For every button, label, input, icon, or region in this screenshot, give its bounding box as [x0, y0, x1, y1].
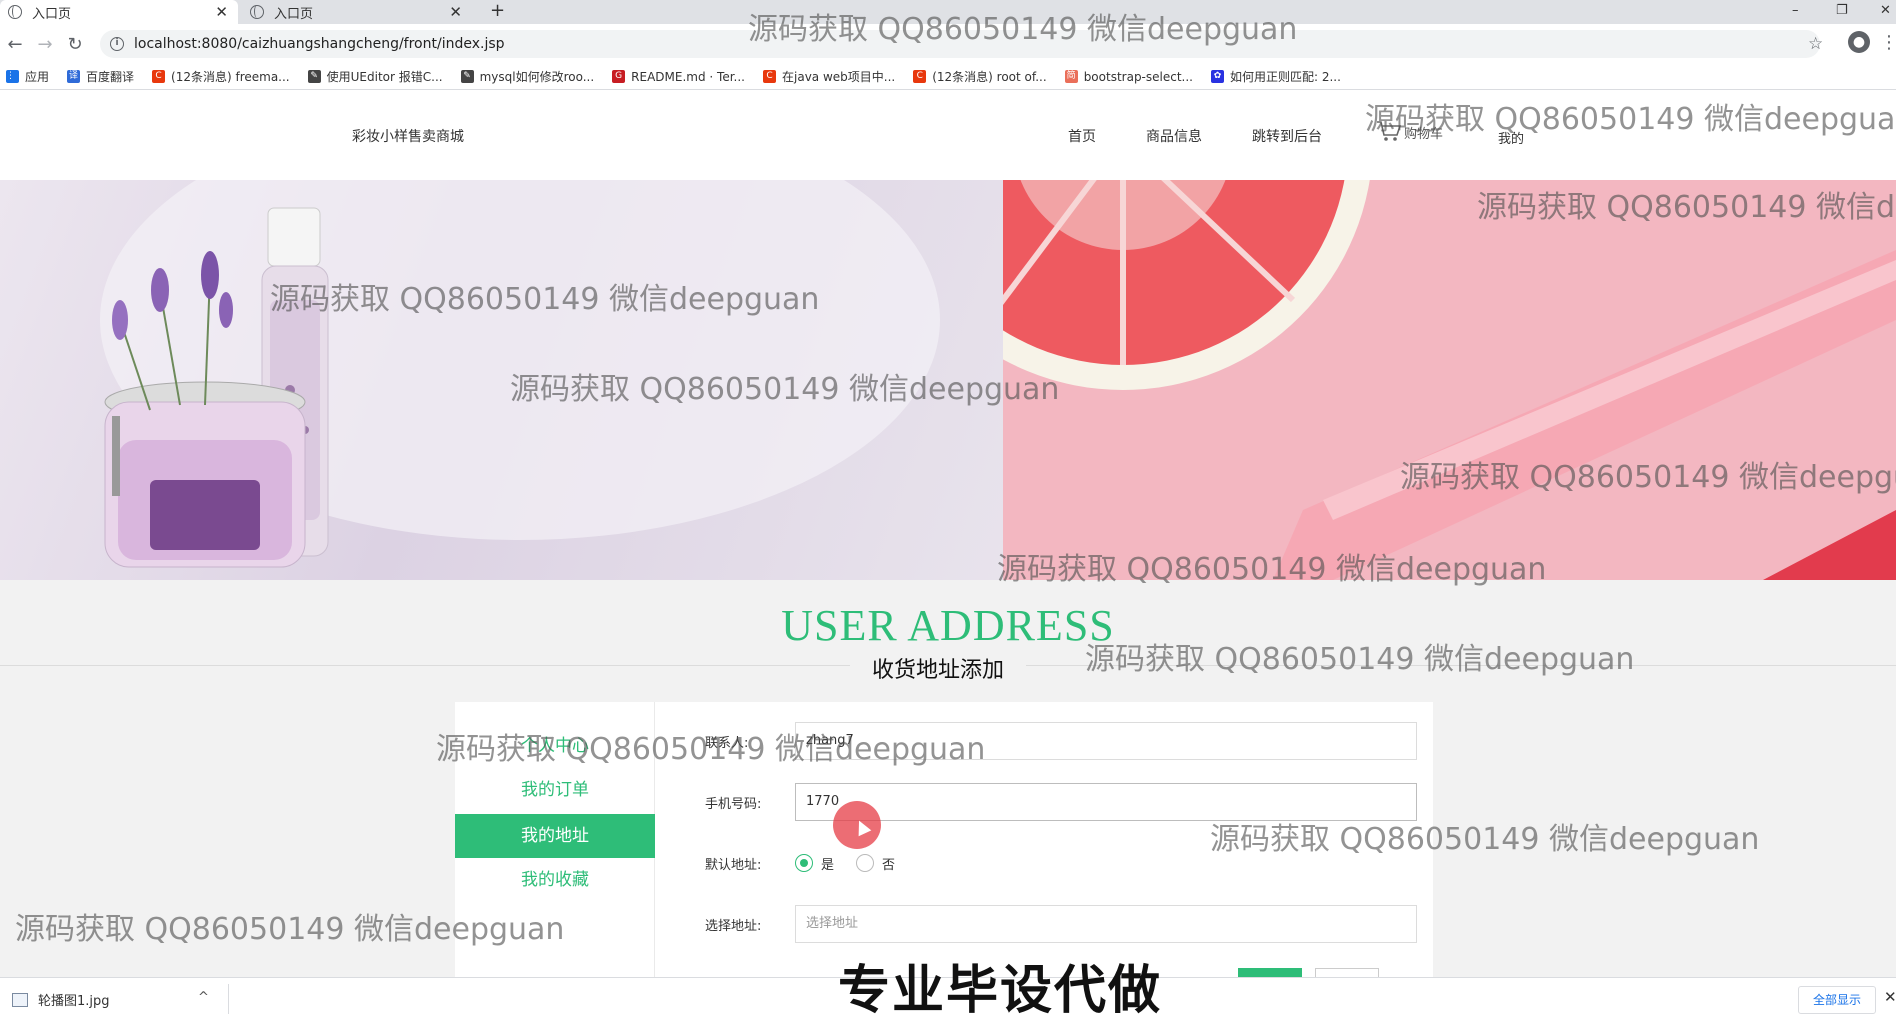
watermark: 源码获取 QQ86050149 微信deepguan: [997, 552, 1547, 587]
default-address-row: 默认地址: 是 否: [705, 844, 917, 882]
default-address-label: 默认地址:: [705, 857, 762, 873]
jianshu-icon: 简: [1064, 70, 1078, 83]
watermark: 源码获取 QQ86050149 微信deepguan: [1210, 822, 1760, 857]
address-select[interactable]: 选择地址: [795, 905, 1417, 943]
bookmark-item[interactable]: G README.md · Ter...: [612, 70, 745, 84]
bookmark-item[interactable]: 译百度翻译: [67, 68, 134, 85]
bookmark-label: 百度翻译: [86, 70, 135, 84]
tab-close-icon[interactable]: ✕: [213, 3, 230, 21]
nav-admin[interactable]: 跳转到后台: [1252, 126, 1322, 146]
bookmark-label: mysql如何修改roo...: [479, 70, 595, 84]
minimize-button[interactable]: –: [1792, 0, 1799, 24]
watermark: 源码获取 QQ86050149 微信deepguan: [1085, 642, 1635, 677]
section-subtitle: 收货地址添加: [850, 652, 1027, 684]
watermark: 源码获取 QQ86050149 微信deepguan: [1365, 102, 1896, 137]
download-divider: [228, 984, 229, 1014]
bookmark-item[interactable]: C 在java web项目中...: [763, 68, 895, 85]
bookmarks-bar: ⋮⋮ 应用 译百度翻译 C (12条消息) freema... ✎ 使用UEditor 报错…: [0, 64, 1896, 90]
globe-icon: [8, 5, 22, 19]
browser-tab-active[interactable]: 入口页 ✕: [0, 0, 238, 24]
bookmark-item[interactable]: ⋮⋮ 应用: [6, 68, 49, 85]
account-icon[interactable]: ●: [1848, 31, 1870, 53]
bookmark-item[interactable]: ✿ 如何用正则匹配: 2...: [1210, 68, 1341, 85]
address-row: 选择地址: 选择地址: [705, 905, 1417, 943]
bookmark-label: (12条消息) freema...: [171, 70, 290, 84]
download-item[interactable]: 轮播图1.jpg: [12, 990, 110, 1009]
tab-title: 入口页: [274, 6, 314, 22]
address-label: 选择地址:: [705, 918, 762, 934]
chevron-up-icon[interactable]: ^: [198, 990, 209, 1005]
watermark: 源码获取 QQ86050149 微信deepguan: [15, 912, 565, 947]
watermark: 源码获取 QQ86050149 微信deepguan: [436, 732, 986, 767]
bookmark-label: README.md · Ter...: [631, 69, 745, 84]
bookmark-star-icon[interactable]: ☆: [1808, 34, 1823, 54]
bookmark-item[interactable]: ✎ mysql如何修改roo...: [460, 68, 595, 85]
bookmark-label: 应用: [25, 70, 50, 84]
watermark: 源码获取 QQ86050149 微信deepguan: [1477, 190, 1896, 225]
back-icon[interactable]: ←: [0, 34, 30, 55]
bookmark-label: 如何用正则匹配: 2...: [1229, 70, 1341, 84]
radio-no[interactable]: [856, 854, 875, 872]
bookmark-item[interactable]: C (12条消息) freema...: [152, 68, 290, 85]
watermark: 源码获取 QQ86050149 微信deepguan: [510, 372, 1060, 407]
bookmark-item[interactable]: C (12条消息) root of...: [913, 68, 1047, 85]
radio-no-label[interactable]: 否: [882, 854, 895, 873]
banner-image-grapefruit: [876, 180, 1896, 580]
nav-home[interactable]: 首页: [1068, 126, 1096, 146]
site-brand[interactable]: 彩妆小样售卖商城: [352, 126, 464, 146]
window-close-button[interactable]: ✕: [1880, 0, 1891, 24]
globe-icon: [250, 5, 264, 19]
bookmark-label: 使用UEditor 报错C...: [326, 70, 443, 84]
nav-products[interactable]: 商品信息: [1146, 126, 1202, 146]
phone-label: 手机号码:: [705, 796, 762, 812]
download-bar-close-icon[interactable]: ✕: [1884, 988, 1896, 1006]
forward-icon[interactable]: →: [30, 34, 60, 55]
cnblogs-icon: ✎: [460, 70, 474, 83]
reload-icon[interactable]: ↻: [60, 34, 90, 55]
radio-yes-label[interactable]: 是: [821, 854, 834, 873]
slogan-watermark: 专业毕设代做: [838, 961, 1163, 1020]
image-file-icon: [12, 992, 28, 1007]
more-menu-icon[interactable]: ⋮: [1880, 32, 1896, 53]
grapefruit-comb-illustration: [876, 180, 1896, 580]
download-file-name: 轮播图1.jpg: [38, 994, 110, 1009]
gitee-icon: G: [612, 70, 626, 83]
watermark: 源码获取 QQ86050149 微信deepguan: [270, 282, 820, 317]
bookmark-item[interactable]: ✎ 使用UEditor 报错C...: [307, 68, 443, 85]
csdn-icon: C: [763, 70, 776, 83]
url-text: localhost:8080/caizhuangshangcheng/front…: [134, 36, 505, 52]
bookmark-label: (12条消息) root of...: [932, 70, 1047, 84]
restore-button[interactable]: ❐: [1836, 0, 1848, 24]
bookmark-item[interactable]: 简 bootstrap-select...: [1064, 69, 1193, 84]
baidu-paw-icon: ✿: [1210, 70, 1224, 83]
show-all-button[interactable]: 全部显示: [1798, 986, 1876, 1014]
translate-icon: 译: [67, 70, 81, 83]
cnblogs-icon: ✎: [307, 70, 321, 83]
side-item-address[interactable]: 我的地址: [455, 814, 655, 858]
new-tab-button[interactable]: +: [490, 0, 505, 24]
side-item-orders[interactable]: 我的订单: [455, 768, 655, 812]
csdn-icon: C: [913, 70, 927, 83]
csdn-icon: C: [152, 70, 166, 83]
tab-close-icon[interactable]: ✕: [447, 3, 464, 21]
info-icon[interactable]: i: [110, 37, 124, 51]
watermark: 源码获取 QQ86050149 微信deepguan: [748, 12, 1298, 47]
watermark: 源码获取 QQ86050149 微信deepguan: [1400, 460, 1896, 495]
apps-grid-icon: ⋮⋮: [6, 70, 24, 83]
side-item-favorites[interactable]: 我的收藏: [455, 858, 655, 902]
bookmark-label: bootstrap-select...: [1083, 69, 1193, 84]
bookmark-label: 在java web项目中...: [782, 70, 896, 84]
radio-yes[interactable]: [795, 854, 813, 872]
tab-title: 入口页: [32, 6, 72, 22]
browser-tab-inactive[interactable]: 入口页 ✕: [242, 0, 472, 24]
